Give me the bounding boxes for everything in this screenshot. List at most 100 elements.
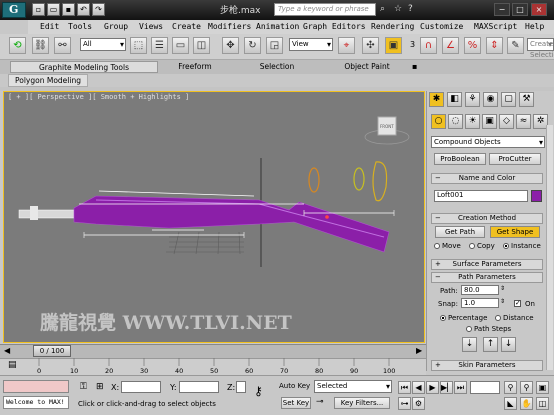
- shapes-category-icon[interactable]: ◌: [448, 114, 463, 129]
- object-name-field[interactable]: Loft001: [434, 190, 528, 202]
- select-by-name-icon[interactable]: ☰: [151, 37, 168, 54]
- surface-parameters-rollout[interactable]: + Surface Parameters: [431, 259, 543, 270]
- auto-key-button[interactable]: Auto Key: [279, 381, 312, 393]
- tab-freeform[interactable]: Freeform: [160, 61, 230, 73]
- path-steps-radio[interactable]: Path Steps: [466, 325, 511, 333]
- tab-selection[interactable]: Selection: [242, 61, 312, 73]
- unlink-icon[interactable]: ⚯: [54, 37, 71, 54]
- pan-icon[interactable]: ✋: [520, 397, 533, 410]
- window-crossing-icon[interactable]: ◫: [193, 37, 210, 54]
- snap-value-spinner[interactable]: 1.0: [461, 298, 499, 308]
- menu-help[interactable]: Help: [525, 22, 544, 31]
- menu-animation[interactable]: Animation: [256, 22, 299, 31]
- previous-shape-icon[interactable]: ↑: [483, 337, 498, 352]
- snaps-toggle-icon[interactable]: ∩: [420, 37, 437, 54]
- category-dropdown[interactable]: Compound Objects: [431, 136, 545, 148]
- menu-create[interactable]: Create: [172, 22, 201, 31]
- menu-group[interactable]: Group: [104, 22, 128, 31]
- percentage-radio[interactable]: Percentage: [440, 314, 487, 322]
- edit-named-selection-icon[interactable]: ✎: [507, 37, 524, 54]
- motion-tab-icon[interactable]: ◉: [483, 92, 498, 107]
- proboolean-button[interactable]: ProBoolean: [434, 153, 486, 165]
- geometry-category-icon[interactable]: ○: [431, 114, 446, 129]
- key-icon[interactable]: ⚷: [254, 384, 263, 398]
- percent-snap-icon[interactable]: %: [464, 37, 481, 54]
- zoom-icon[interactable]: ⚲: [504, 381, 517, 394]
- maximize-viewport-icon[interactable]: ◫: [536, 397, 549, 410]
- new-file-icon[interactable]: ▫: [32, 3, 45, 16]
- snap-toggle-icon[interactable]: 3: [410, 40, 415, 49]
- reference-coord-dropdown[interactable]: View: [289, 38, 333, 51]
- spinner-arrows-icon[interactable]: ⇕: [500, 298, 505, 305]
- absolute-mode-icon[interactable]: ⊞: [96, 382, 104, 392]
- current-frame-field[interactable]: [470, 381, 500, 394]
- ribbon-options-icon[interactable]: ▪: [412, 62, 422, 72]
- procutter-button[interactable]: ProCutter: [489, 153, 541, 165]
- undo-icon[interactable]: ↶: [77, 3, 90, 16]
- select-link-icon[interactable]: ⛓: [32, 37, 49, 54]
- utilities-tab-icon[interactable]: ⚒: [519, 92, 534, 107]
- key-mode-icon[interactable]: ⊸: [316, 397, 324, 407]
- scale-icon[interactable]: ◲: [266, 37, 283, 54]
- modify-tab-icon[interactable]: ◧: [447, 92, 462, 107]
- maximize-button[interactable]: □: [512, 3, 528, 16]
- object-color-swatch[interactable]: [531, 190, 542, 202]
- menu-graph-editors[interactable]: Graph Editors: [303, 22, 366, 31]
- play-icon[interactable]: ▶: [426, 381, 439, 394]
- search-input[interactable]: Type a keyword or phrase: [274, 3, 376, 16]
- copy-radio[interactable]: Copy: [469, 242, 495, 250]
- snap-on-checkbox[interactable]: ✓: [514, 300, 521, 307]
- undo-toolbar-icon[interactable]: ⟲: [9, 37, 26, 54]
- zoom-all-icon[interactable]: ⚲: [520, 381, 533, 394]
- pivot-center-icon[interactable]: ⌖: [338, 37, 355, 54]
- slider-next-icon[interactable]: ▶: [416, 346, 422, 355]
- named-selection-dropdown[interactable]: Create Selection: [527, 38, 554, 59]
- menu-maxscript[interactable]: MAXScript: [474, 22, 517, 31]
- field-of-view-icon[interactable]: ◣: [504, 397, 517, 410]
- key-mode-dropdown[interactable]: Selected: [314, 380, 392, 393]
- spacewarps-category-icon[interactable]: ≈: [516, 114, 531, 129]
- maxscript-listener-field[interactable]: [3, 380, 69, 393]
- x-coordinate-field[interactable]: [121, 381, 161, 393]
- app-menu-button[interactable]: G: [2, 2, 26, 18]
- spinner-snap-icon[interactable]: ⇕: [486, 37, 503, 54]
- helpers-category-icon[interactable]: ◇: [499, 114, 514, 129]
- z-coordinate-field[interactable]: [236, 381, 246, 393]
- next-shape-icon[interactable]: ↓: [501, 337, 516, 352]
- create-tab-icon[interactable]: ✱: [429, 92, 444, 107]
- go-to-end-icon[interactable]: ⏭: [454, 381, 467, 394]
- spinner-arrows-icon[interactable]: ⇕: [500, 285, 505, 292]
- select-object-icon[interactable]: ⬚: [130, 37, 147, 54]
- lights-category-icon[interactable]: ☀: [465, 114, 480, 129]
- tab-polygon-modeling[interactable]: Polygon Modeling: [8, 74, 88, 87]
- tab-object-paint[interactable]: Object Paint: [330, 61, 404, 73]
- redo-icon[interactable]: ↷: [92, 3, 105, 16]
- menu-tools[interactable]: Tools: [68, 22, 92, 31]
- go-to-start-icon[interactable]: ⏮: [398, 381, 411, 394]
- menu-modifiers[interactable]: Modifiers: [208, 22, 251, 31]
- pick-shape-icon[interactable]: ⇣: [462, 337, 477, 352]
- angle-snap-icon[interactable]: ∠: [442, 37, 459, 54]
- skin-parameters-rollout[interactable]: + Skin Parameters: [431, 360, 543, 371]
- get-path-button[interactable]: Get Path: [435, 226, 485, 238]
- cameras-category-icon[interactable]: ▣: [482, 114, 497, 129]
- display-tab-icon[interactable]: ▢: [501, 92, 516, 107]
- move-radio[interactable]: Move: [434, 242, 461, 250]
- mini-curve-editor-icon[interactable]: ▤: [8, 360, 30, 372]
- selection-filter-dropdown[interactable]: All: [80, 38, 126, 51]
- star-icon[interactable]: ☆: [394, 4, 402, 14]
- path-parameters-rollout[interactable]: − Path Parameters: [431, 272, 543, 283]
- minimize-button[interactable]: −: [494, 3, 510, 16]
- next-frame-icon[interactable]: ▶▏: [440, 381, 453, 394]
- keyboard-shortcut-icon[interactable]: ▣: [385, 37, 402, 54]
- open-file-icon[interactable]: ▭: [47, 3, 60, 16]
- select-manipulate-icon[interactable]: ✣: [362, 37, 379, 54]
- menu-edit[interactable]: Edit: [40, 22, 59, 31]
- key-filters-button[interactable]: Key Filters...: [334, 397, 390, 409]
- instance-radio[interactable]: Instance: [503, 242, 541, 250]
- command-panel-scrollbar[interactable]: [546, 125, 553, 370]
- creation-method-rollout[interactable]: − Creation Method: [431, 213, 543, 224]
- time-slider-thumb[interactable]: 0 / 100: [33, 345, 71, 357]
- close-button[interactable]: ×: [531, 3, 547, 16]
- y-coordinate-field[interactable]: [179, 381, 219, 393]
